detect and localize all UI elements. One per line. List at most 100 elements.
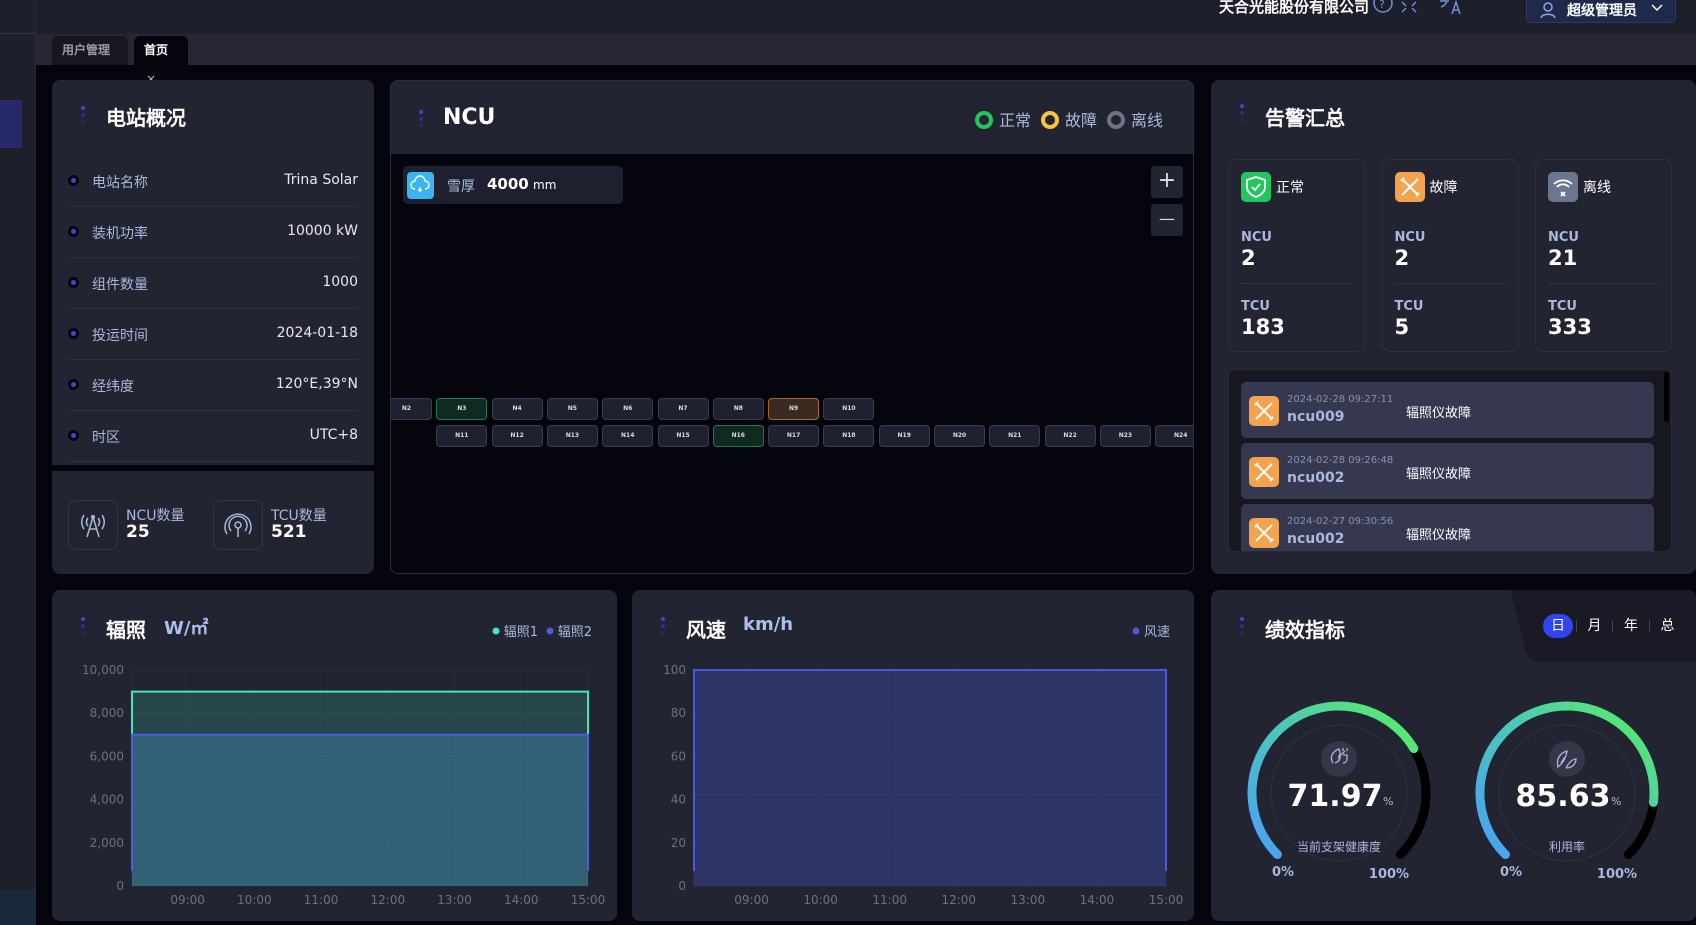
alarm-item[interactable]: 2024-02-27 09:30:56 ncu002 辐照仪故障: [1241, 504, 1654, 551]
tcu-label: TCU: [1241, 299, 1270, 314]
info-row: 投运时间 2024-01-18: [68, 309, 358, 360]
info-label: 时区: [92, 430, 120, 446]
irradiance-chart: 0 2,000 4,000 6,000 8,000 10,000 09:00 10:00 11:…: [82, 625, 606, 907]
x-tick-label: 15:00: [571, 893, 606, 907]
info-row: 电站名称 Trina Solar: [68, 156, 358, 207]
gauge-value: 71.97: [1288, 779, 1383, 814]
fullscreen-icon[interactable]: [1400, 0, 1418, 14]
info-value: 120°E,39°N: [275, 376, 358, 392]
alarm-item[interactable]: 2024-02-28 09:26:48 ncu002 辐照仪故障: [1241, 443, 1654, 499]
tab-home[interactable]: 首页×: [134, 36, 188, 86]
ncu-map[interactable]: 雪厚 4000 mm + — N2 N3 N4 N5 N6 N7 N8 N9 N10 N11 N12…: [391, 154, 1193, 573]
alarm-item[interactable]: 2024-02-28 09:27:11 ncu009 辐照仪故障: [1241, 382, 1654, 438]
y-tick-label: 0: [116, 879, 124, 893]
legend-dot: [1132, 627, 1140, 635]
ncu-cell[interactable]: N17: [768, 425, 820, 447]
info-label: 经纬度: [92, 379, 134, 395]
alarm-time: 2024-02-27 09:30:56: [1287, 516, 1394, 527]
info-value: 1000: [322, 274, 358, 290]
help-icon[interactable]: ?: [1372, 0, 1394, 16]
tcu-value: 5: [1394, 315, 1410, 339]
info-label: 电站名称: [92, 175, 148, 191]
ncu-cell[interactable]: N4: [491, 398, 543, 420]
ncu-cell[interactable]: N6: [602, 398, 654, 420]
x-tick-label: 12:00: [371, 893, 406, 907]
alarm-card-offline: 离线 NCU 21 TCU 333: [1535, 159, 1672, 352]
tools-icon: [1394, 172, 1425, 202]
gauge-min: 0%: [1500, 865, 1522, 880]
alarm-message: 辐照仪故障: [1406, 528, 1472, 543]
ncu-cell[interactable]: N20: [934, 425, 985, 447]
ncu-cell[interactable]: N15: [657, 425, 709, 447]
station-overview-panel: 电站概况 电站名称 Trina Solar 装机功率 10000 kW 组件数量 1000…: [52, 80, 374, 574]
x-tick-label: 09:00: [734, 893, 769, 907]
ncu-cell[interactable]: N3: [436, 398, 488, 420]
gauge-unit: %: [1611, 795, 1621, 808]
gauge-label: 当前支架健康度: [1297, 839, 1381, 854]
wind-speed-chart: 0 20 40 60 80 100 09:00 10:00 11:00 12:00 13:00 14:…: [663, 625, 1183, 907]
y-tick-label: 10,000: [82, 663, 124, 677]
ncu-cell[interactable]: N8: [712, 398, 764, 420]
y-tick-label: 60: [671, 749, 686, 763]
ncu-cell[interactable]: N12: [491, 425, 543, 447]
ncu-cell[interactable]: N9: [768, 398, 820, 420]
company-name: 天合光能股份有限公司: [1219, 0, 1370, 16]
gauge-max: 100%: [1369, 867, 1409, 882]
ncu-cell[interactable]: N2: [391, 398, 432, 420]
alarm-device: ncu002: [1287, 531, 1345, 547]
snow-value: 4000: [487, 175, 529, 193]
ncu-cell[interactable]: N19: [878, 425, 930, 447]
svg-text:?: ?: [1379, 0, 1385, 11]
status-ring-icon: [974, 111, 993, 129]
card-status: 离线: [1583, 180, 1611, 196]
tcu-value: 333: [1548, 315, 1592, 339]
gauge-unit: %: [1383, 795, 1393, 808]
ncu-cell[interactable]: N10: [823, 398, 875, 420]
ncu-cell[interactable]: N22: [1044, 425, 1096, 447]
gauges: 71.97 %当前支架健康度0% 100%85.63 %利用率0% 100%: [1247, 701, 1659, 882]
ncu-cell[interactable]: N16: [712, 425, 764, 447]
leaves-icon: [1549, 741, 1585, 777]
ncu-cell[interactable]: N14: [602, 425, 654, 447]
zoom-in-button[interactable]: +: [1151, 166, 1183, 198]
title-dots-icon: [1240, 104, 1244, 125]
legend-dot: [546, 627, 554, 635]
ncu-cell[interactable]: N21: [989, 425, 1041, 447]
ncu-cell[interactable]: N11: [436, 425, 488, 447]
bullet-icon: [68, 328, 79, 339]
x-tick-label: 14:00: [1080, 893, 1115, 907]
tcu-signal-icon: [213, 500, 263, 550]
panel-title: 电站概况: [106, 106, 186, 130]
tab-user-management[interactable]: 用户管理: [52, 36, 128, 65]
card-status: 正常: [1276, 180, 1304, 196]
ncu-cell[interactable]: N13: [546, 425, 598, 447]
sidebar-logo-area: [0, 0, 36, 34]
ncu-label: NCU: [1548, 230, 1579, 245]
chevron-down-icon: [1651, 4, 1663, 12]
ncu-cell[interactable]: N18: [823, 425, 875, 447]
tab-label: 用户管理: [62, 43, 111, 57]
y-tick-label: 4,000: [90, 793, 124, 807]
ncu-cell[interactable]: N24: [1155, 425, 1193, 447]
zoom-out-button[interactable]: —: [1151, 204, 1183, 236]
ncu-cell[interactable]: N7: [657, 398, 709, 420]
info-row: 时区 UTC+8: [68, 411, 358, 462]
sidebar-item-active[interactable]: [0, 100, 22, 148]
ncu-cell[interactable]: N23: [1099, 425, 1151, 447]
tools-icon: [1249, 396, 1279, 426]
alarm-time: 2024-02-28 09:26:48: [1287, 455, 1394, 466]
scrollbar[interactable]: [1664, 372, 1669, 422]
ncu-label: NCU: [1394, 230, 1426, 245]
info-value: UTC+8: [309, 427, 358, 443]
legend-dot: [492, 627, 500, 635]
gauge-max: 100%: [1597, 867, 1637, 882]
ncu-cell[interactable]: N5: [546, 398, 598, 420]
divider: [1241, 283, 1352, 284]
alarm-list[interactable]: 2024-02-28 09:27:11 ncu009 辐照仪故障 2024-02-28…: [1228, 369, 1672, 552]
divider: [1394, 283, 1506, 284]
alarm-device: ncu009: [1287, 409, 1345, 425]
bullet-icon: [68, 277, 79, 288]
translate-icon[interactable]: [1438, 0, 1462, 16]
sidebar-footer: [0, 890, 36, 925]
user-menu-button[interactable]: 超级管理员: [1526, 0, 1676, 23]
